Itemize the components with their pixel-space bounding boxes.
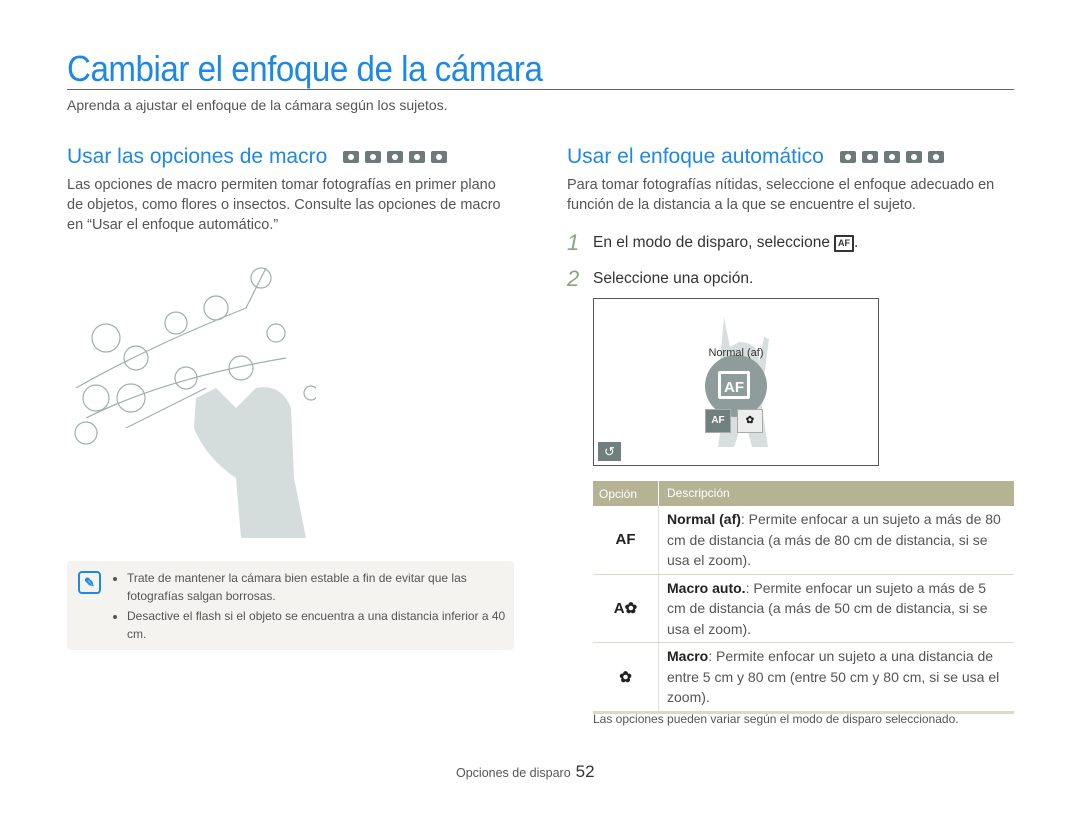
macro-icon: ✿ [619,668,632,686]
header-description: Descripción [658,481,1014,506]
note-box: ✎ Trate de mantener la cámara bien estab… [67,561,514,650]
step-number: 2 [567,266,580,291]
camera-screen: Normal (af) AF AF ✿ ↺ [593,298,879,466]
camera-smart-auto-icon [839,151,856,163]
row-description: Normal (af): Permite enfocar a un sujeto… [658,506,1014,574]
page-number: 52 [575,762,595,781]
note-item: Desactive el flash si el objeto se encue… [127,607,512,643]
smart-movie-icon [905,151,922,163]
woman-silhouette [194,387,306,538]
autofocus-body: Para tomar fotografías nítidas, seleccio… [567,177,995,213]
note-item: Trate de mantener la cámara bien estable… [127,569,512,605]
note-list: Trate de mantener la cámara bien estable… [115,569,512,645]
smart-movie-icon [409,151,426,163]
option-name: Macro auto. [667,579,746,596]
mode-icons [343,151,448,163]
dual-is-icon [387,151,404,163]
magnolia-illustration [74,267,316,538]
movie-icon [431,151,448,163]
step-2: 2 Seleccione una opción. [567,266,753,292]
autofocus-heading-text: Usar el enfoque automático [567,145,824,168]
step-text: En el modo de disparo, seleccione [593,234,830,251]
camera-smart-auto-icon [343,151,360,163]
row-description: Macro: Permite enfocar un sujeto a una d… [658,643,1014,711]
af-normal-icon: AF [615,531,636,549]
page-title: Cambiar el enfoque de la cámara [67,48,543,89]
autofocus-section-heading: Usar el enfoque automático [567,145,944,169]
af-large-icon: AF [718,371,750,399]
step-suffix: . [853,234,859,251]
mode-icons [839,151,944,163]
table-footnote: Las opciones pueden variar según el modo… [593,712,959,726]
auto-macro-icon: A✿ [613,600,638,618]
movie-icon [927,151,944,163]
dual-is-icon [883,151,900,163]
option-desc: : Permite enfocar un sujeto a una distan… [667,648,1000,705]
camera-program-icon [861,151,878,163]
table-header: Opción Descripción [593,481,1014,506]
table-row: A✿ Macro auto.: Permite enfocar un sujet… [593,574,1014,643]
note-pencil-icon: ✎ [78,571,101,594]
camera-program-icon [365,151,382,163]
step-1: 1 En el modo de disparo, seleccione AF . [567,230,858,256]
option-name: Macro [667,648,709,664]
page-subtitle: Aprenda a ajustar el enfoque de la cámar… [67,97,448,113]
macro-heading-text: Usar las opciones de macro [67,145,328,168]
focus-mode-label: Normal (af) [708,347,764,359]
footer-section: Opciones de disparo [456,766,571,780]
macro-body: Las opciones de macro permiten tomar fot… [67,177,501,233]
step-number: 1 [567,230,580,255]
macro-section-heading: Usar las opciones de macro [67,145,448,169]
af-normal-option-button[interactable]: AF [705,409,731,433]
af-icon: AF [833,234,854,252]
table-row: ✿ Macro: Permite enfocar un sujeto a una… [593,643,1014,714]
macro-option-button[interactable]: ✿ [737,409,763,433]
header-option: Opción [599,486,638,501]
option-name: Normal (af) [667,511,741,527]
title-divider [67,89,1014,90]
options-table: Opción Descripción AF Normal (af): Permi… [593,481,1014,714]
table-row: AF Normal (af): Permite enfocar a un suj… [593,506,1014,575]
page-footer: Opciones de disparo 52 [456,762,595,782]
row-description: Macro auto.: Permite enfocar un sujeto a… [658,574,1014,642]
back-button[interactable]: ↺ [598,442,621,461]
step-text: Seleccione una opción. [593,270,754,287]
